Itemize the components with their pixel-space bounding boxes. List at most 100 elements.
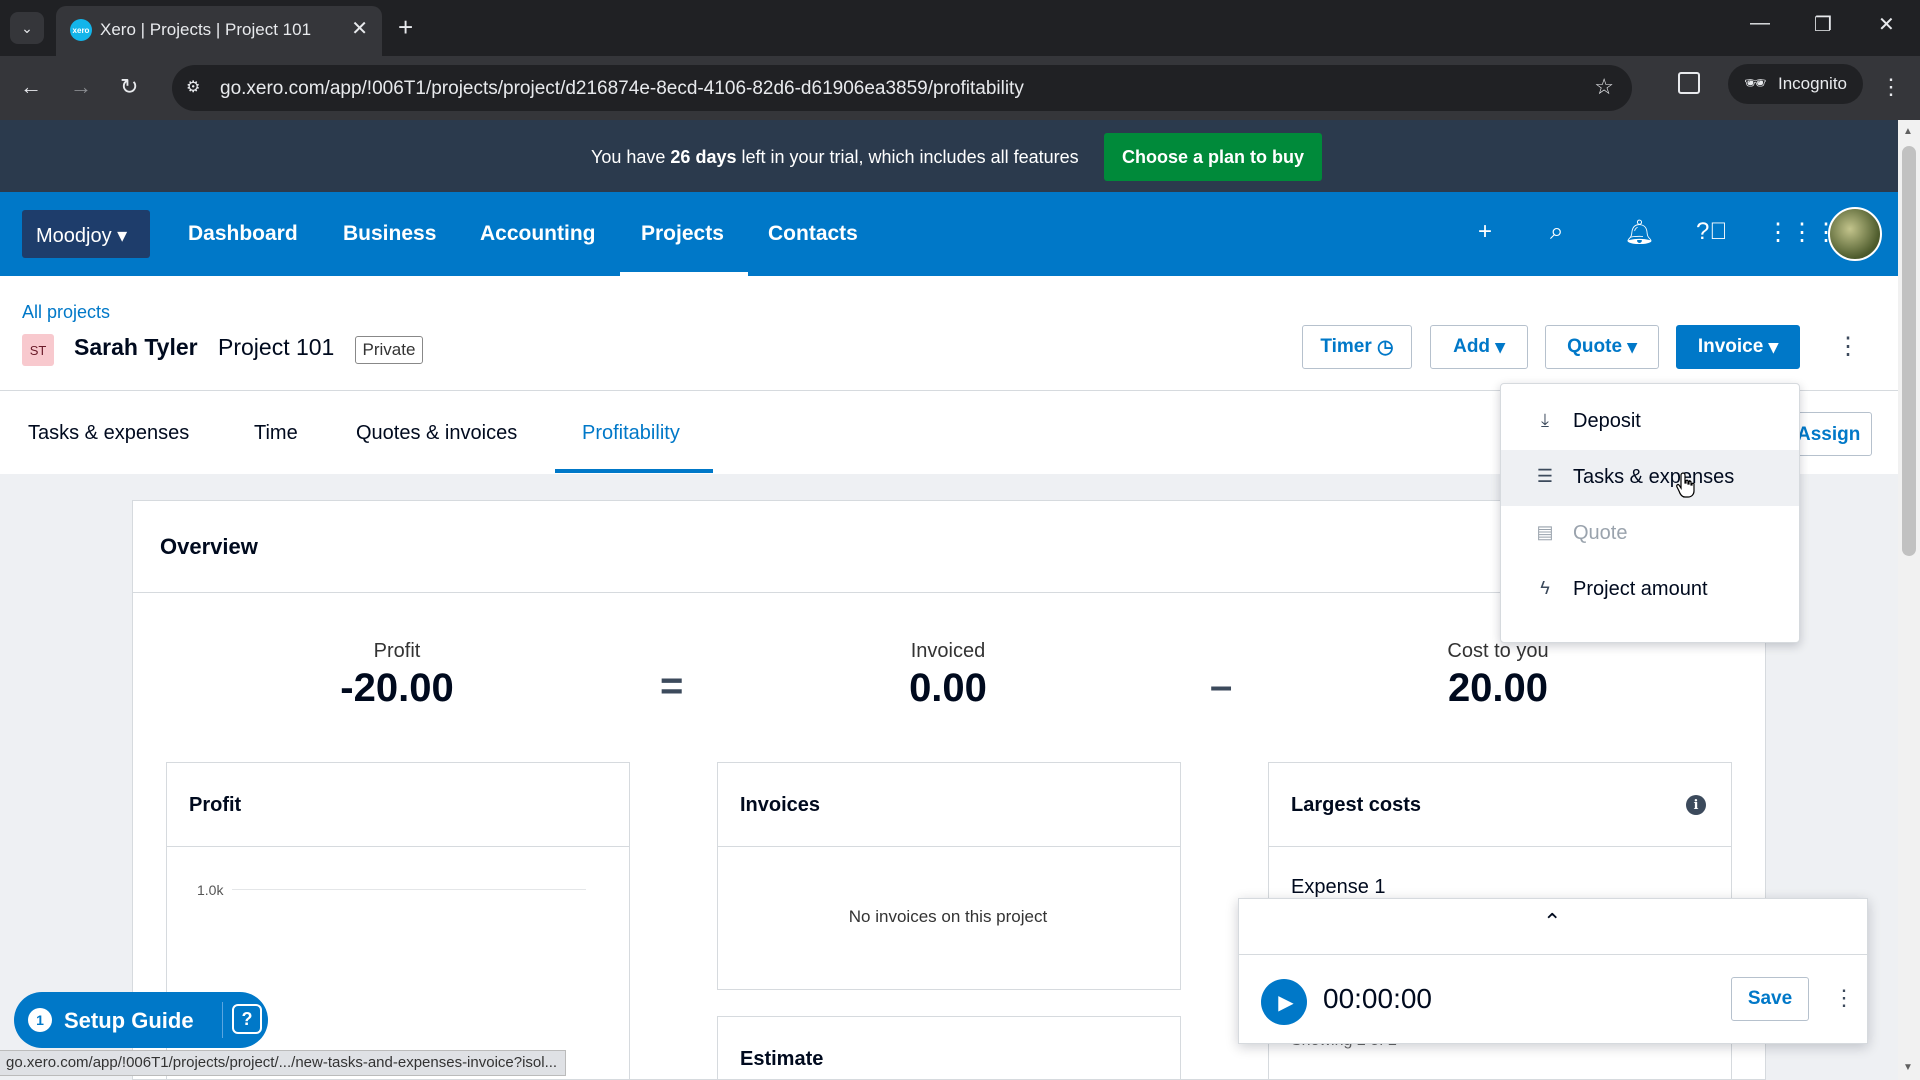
trial-days: 26 days (670, 147, 737, 167)
nav-dashboard[interactable]: Dashboard (188, 222, 298, 246)
contact-name: Sarah Tyler (74, 334, 198, 360)
main-navigation: Moodjoy ▾ Dashboard Business Accounting … (0, 192, 1898, 276)
invoices-card-title: Invoices (740, 794, 821, 816)
timer-button[interactable]: Timer ◷ (1302, 325, 1412, 369)
expense-item[interactable]: Expense 1 (1291, 876, 1386, 899)
overview-title: Overview (160, 534, 258, 559)
setup-guide-count: 1 (28, 1008, 52, 1032)
clock-icon: ◷ (1377, 336, 1394, 358)
chevron-down-icon: ▾ (1768, 336, 1779, 358)
setup-guide-separator (222, 1002, 223, 1038)
breadcrumb-all-projects[interactable]: All projects (22, 302, 110, 323)
project-name: Project 101 (218, 334, 335, 360)
menu-item-quote[interactable]: ▤ Quote (1501, 506, 1799, 562)
tab-time[interactable]: Time (254, 422, 298, 445)
search-icon[interactable]: ⌕ (1550, 218, 1563, 246)
info-icon[interactable]: i (1686, 795, 1706, 815)
reload-icon[interactable]: ↻ (120, 74, 138, 100)
invoiced-value: 0.00 (909, 666, 987, 710)
setup-guide-button[interactable]: 1 Setup Guide ? (14, 992, 268, 1048)
nav-business[interactable]: Business (343, 222, 436, 246)
minimize-icon[interactable]: — (1750, 12, 1770, 35)
tab-profitability[interactable]: Profitability (582, 422, 680, 445)
link-status-bar: go.xero.com/app/!006T1/projects/project/… (0, 1050, 567, 1076)
browser-tab-bar: ⌄ xero Xero | Projects | Project 101 ✕ +… (0, 0, 1920, 56)
chat-help-icon[interactable]: ? (232, 1004, 262, 1034)
notifications-bell-icon[interactable]: 🔔︎ (1624, 218, 1654, 247)
quote-button[interactable]: Quote ▾ (1545, 325, 1659, 369)
add-button[interactable]: Add ▾ (1430, 325, 1528, 369)
trial-banner: You have 26 days left in your trial, whi… (0, 120, 1898, 192)
cost-label: Cost to you (1447, 640, 1549, 662)
nav-accounting[interactable]: Accounting (480, 222, 596, 246)
tab-quotes-invoices[interactable]: Quotes & invoices (356, 422, 517, 445)
profit-axis-label: 1.0k (197, 882, 224, 898)
menu-item-tasks-expenses[interactable]: ☰ Tasks & expenses (1501, 450, 1799, 506)
timer-save-button[interactable]: Save (1731, 977, 1809, 1021)
forward-icon[interactable]: → (70, 74, 92, 100)
scrollbar-thumb[interactable] (1902, 146, 1916, 556)
bookmark-star-icon[interactable]: ☆ (1594, 74, 1614, 100)
cost-value: 20.00 (1447, 666, 1549, 710)
restore-icon[interactable]: ❐ (1814, 12, 1832, 37)
invoice-button[interactable]: Invoice ▾ (1676, 325, 1800, 369)
profit-card-divider (167, 846, 629, 847)
close-window-icon[interactable]: ✕ (1878, 12, 1895, 37)
estimate-card-title: Estimate (740, 1048, 824, 1070)
tab-tasks-expenses[interactable]: Tasks & expenses (28, 422, 189, 445)
choose-plan-button[interactable]: Choose a plan to buy (1104, 133, 1322, 181)
browser-tab[interactable]: xero Xero | Projects | Project 101 ✕ (56, 6, 382, 56)
profit-card-title: Profit (189, 794, 242, 816)
organisation-switcher[interactable]: Moodjoy ▾ (22, 210, 150, 258)
close-tab-icon[interactable]: ✕ (351, 16, 368, 41)
invoice-dropdown-menu: ⤓ Deposit ☰ Tasks & expenses ▤ Quote ϟ P… (1500, 383, 1800, 643)
browser-toolbar: ← → ↻ ⚙ go.xero.com/app/!006T1/projects/… (0, 56, 1920, 120)
active-nav-indicator (620, 272, 748, 276)
contact-initials-badge: ST (22, 334, 54, 366)
timer-display: 00:00:00 (1323, 983, 1432, 1014)
document-icon: ▤ (1536, 522, 1554, 542)
back-icon[interactable]: ← (20, 74, 42, 100)
invoices-card-divider (718, 846, 1180, 847)
chart-gridline (232, 889, 586, 890)
scroll-down-arrow-icon[interactable]: ▼ (1903, 1062, 1913, 1073)
chevron-up-icon[interactable]: ⌃ (1543, 909, 1561, 935)
help-icon[interactable]: ?⃝ (1696, 218, 1727, 246)
url-text: go.xero.com/app/!006T1/projects/project/… (220, 78, 1024, 99)
address-bar[interactable]: ⚙ go.xero.com/app/!006T1/projects/projec… (172, 65, 1632, 111)
profit-value: -20.00 (340, 666, 454, 710)
timer-widget: ⌃ ▶ 00:00:00 Save ⋮ (1238, 898, 1868, 1044)
menu-item-deposit[interactable]: ⤓ Deposit (1501, 394, 1799, 450)
largest-costs-divider (1269, 846, 1731, 847)
no-invoices-message: No invoices on this project (848, 907, 1048, 926)
menu-item-project-amount[interactable]: ϟ Project amount (1501, 562, 1799, 618)
scroll-up-arrow-icon[interactable]: ▲ (1903, 126, 1913, 137)
timer-expand-bar[interactable]: ⌃ (1239, 899, 1867, 955)
site-info-icon[interactable]: ⚙ (186, 77, 200, 97)
timer-more-icon[interactable]: ⋮ (1833, 985, 1855, 1011)
nav-contacts[interactable]: Contacts (768, 222, 858, 246)
equals-sign: = (660, 664, 684, 708)
tab-search-button[interactable]: ⌄ (10, 12, 44, 44)
incognito-icon: 🕶 (1744, 73, 1767, 93)
incognito-indicator[interactable]: 🕶 Incognito (1728, 64, 1863, 104)
tab-title: Xero | Projects | Project 101 (100, 20, 312, 39)
more-options-icon[interactable]: ⋮ (1836, 332, 1860, 361)
add-new-icon[interactable]: + (1478, 218, 1492, 246)
visibility-badge: Private (355, 336, 423, 364)
xero-favicon-icon: xero (70, 19, 92, 41)
minus-sign: – (1210, 664, 1233, 708)
nav-projects[interactable]: Projects (641, 222, 724, 246)
download-icon: ⤓ (1541, 410, 1549, 430)
profit-label: Profit (373, 640, 421, 662)
trial-message: You have 26 days left in your trial, whi… (591, 147, 1079, 167)
chevron-down-icon: ▾ (1495, 336, 1505, 358)
browser-menu-icon[interactable]: ⋮ (1880, 74, 1902, 100)
largest-costs-title: Largest costs (1291, 794, 1422, 816)
lightning-icon: ϟ (1540, 578, 1550, 598)
hand-pointer-cursor-icon (1676, 472, 1695, 498)
new-tab-icon[interactable]: + (398, 12, 413, 43)
user-avatar[interactable] (1828, 207, 1882, 261)
side-panel-icon[interactable] (1678, 72, 1700, 94)
play-icon[interactable]: ▶ (1261, 979, 1307, 1025)
